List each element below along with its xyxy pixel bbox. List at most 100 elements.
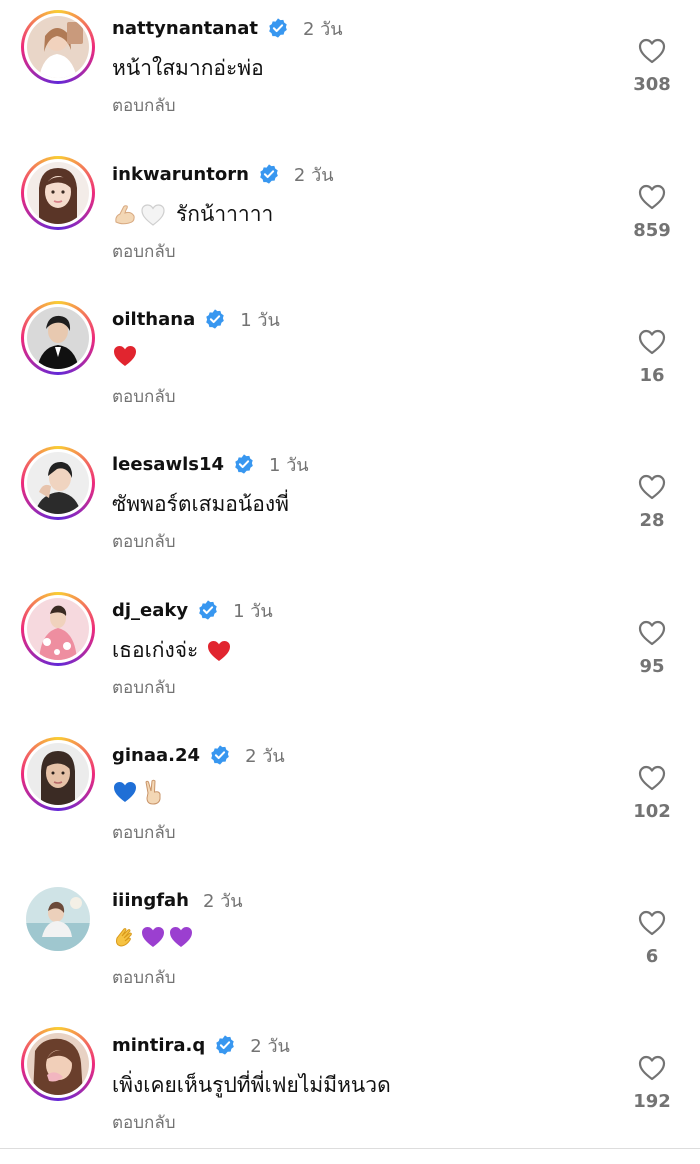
like-heart-icon[interactable] xyxy=(638,620,666,646)
username[interactable]: leesawls14 xyxy=(112,454,224,475)
reply-button[interactable]: ตอบกลับ xyxy=(112,92,176,119)
comment-text: ซัพพอร์ตเสมอน้องพี่ xyxy=(112,488,289,521)
comment-item: ginaa.24 2 วัน ตอบกลับ 102 xyxy=(0,729,700,874)
story-ring[interactable] xyxy=(21,737,95,811)
avatar[interactable] xyxy=(27,1033,89,1095)
story-ring[interactable] xyxy=(21,446,95,520)
story-ring[interactable] xyxy=(21,301,95,375)
comments-list: nattynantanat 2 วัน หน้าใสมากอ่ะพ่อ ตอบก… xyxy=(0,0,700,1152)
verified-badge-icon xyxy=(267,17,289,39)
reply-button[interactable]: ตอบกลับ xyxy=(112,1109,176,1136)
comment-time: 2 วัน xyxy=(293,164,334,186)
like-count: 95 xyxy=(639,656,665,677)
purple-heart-icon xyxy=(168,924,194,950)
username[interactable]: ginaa.24 xyxy=(112,745,200,766)
like-count: 28 xyxy=(639,510,665,531)
username[interactable]: nattynantanat xyxy=(112,18,258,39)
like-column: 192 xyxy=(615,1055,689,1112)
avatar[interactable] xyxy=(27,307,89,369)
story-ring[interactable] xyxy=(21,592,95,666)
username[interactable]: oilthana xyxy=(112,309,195,330)
blue-heart-icon xyxy=(112,779,138,805)
like-count: 102 xyxy=(633,801,671,822)
reply-button[interactable]: ตอบกลับ xyxy=(112,819,176,846)
comment-time: 1 วัน xyxy=(269,454,309,476)
comment-text-content: เธอเก่งจ่ะ xyxy=(112,638,199,662)
like-count: 6 xyxy=(645,946,659,967)
comment-time: 2 วัน xyxy=(250,1035,290,1057)
username[interactable]: mintira.q xyxy=(112,1035,205,1056)
like-count: 16 xyxy=(639,365,665,386)
verified-badge-icon xyxy=(209,744,231,766)
verified-badge-icon xyxy=(214,1034,236,1056)
story-ring[interactable] xyxy=(21,156,95,230)
like-count: 308 xyxy=(633,74,671,95)
reply-button[interactable]: ตอบกลับ xyxy=(112,674,176,701)
like-column: 16 xyxy=(615,329,689,386)
comment-time: 2 วัน xyxy=(203,890,243,912)
like-heart-icon[interactable] xyxy=(638,765,666,791)
avatar[interactable] xyxy=(26,887,90,951)
comment-item: oilthana 1 วัน ตอบกลับ 16 xyxy=(0,293,700,438)
reply-button[interactable]: ตอบกลับ xyxy=(112,528,176,555)
comment-item: nattynantanat 2 วัน หน้าใสมากอ่ะพ่อ ตอบก… xyxy=(0,2,700,147)
username[interactable]: inkwaruntorn xyxy=(112,164,249,185)
comment-text xyxy=(112,924,196,950)
like-column: 859 xyxy=(615,184,689,241)
comment-item: leesawls14 1 วัน ซัพพอร์ตเสมอน้องพี่ ตอบ… xyxy=(0,438,700,583)
like-heart-icon[interactable] xyxy=(638,184,666,210)
divider xyxy=(0,1148,700,1149)
like-heart-icon[interactable] xyxy=(638,329,666,355)
story-ring[interactable] xyxy=(21,1027,95,1101)
victory-hand-icon xyxy=(140,779,166,805)
verified-badge-icon xyxy=(233,453,255,475)
avatar[interactable] xyxy=(27,16,89,78)
verified-badge-icon xyxy=(204,308,226,330)
comment-item: mintira.q 2 วัน เพิ่งเคยเห็นรูปที่พี่เฟย… xyxy=(0,1019,700,1164)
red-heart-icon xyxy=(112,343,138,369)
comment-text xyxy=(112,779,168,805)
verified-badge-icon xyxy=(258,163,280,185)
comment-text: เธอเก่งจ่ะ xyxy=(112,634,234,667)
red-heart-icon xyxy=(206,638,232,664)
white-heart-icon xyxy=(140,202,166,228)
reply-button[interactable]: ตอบกลับ xyxy=(112,238,176,265)
comment-time: 2 วัน xyxy=(303,18,343,40)
like-heart-icon[interactable] xyxy=(638,910,666,936)
username[interactable]: iiingfah xyxy=(112,890,189,911)
comment-time: 1 วัน xyxy=(240,309,280,331)
comment-text-content: รักน้าาาาา xyxy=(176,202,274,226)
comment-item: inkwaruntorn 2 วัน รักน้าาาาา ตอบกลับ 85… xyxy=(0,148,700,293)
reply-button[interactable]: ตอบกลับ xyxy=(112,964,176,991)
avatar[interactable] xyxy=(27,162,89,224)
like-column: 6 xyxy=(615,910,689,967)
comment-text xyxy=(112,343,140,369)
comment-text: รักน้าาาาา xyxy=(112,198,273,231)
comment-item: dj_eaky 1 วัน เธอเก่งจ่ะ ตอบกลับ 95 xyxy=(0,584,700,729)
verified-badge-icon xyxy=(197,599,219,621)
purple-heart-icon xyxy=(140,924,166,950)
comment-text: หน้าใสมากอ่ะพ่อ xyxy=(112,52,264,85)
comment-text-content: หน้าใสมากอ่ะพ่อ xyxy=(112,56,264,80)
comment-text-content: เพิ่งเคยเห็นรูปที่พี่เฟยไม่มีหนวด xyxy=(112,1073,391,1097)
avatar-wrapper[interactable] xyxy=(21,882,95,956)
reply-button[interactable]: ตอบกลับ xyxy=(112,383,176,410)
like-column: 95 xyxy=(615,620,689,677)
avatar[interactable] xyxy=(27,598,89,660)
like-heart-icon[interactable] xyxy=(638,38,666,64)
avatar[interactable] xyxy=(27,452,89,514)
like-count: 192 xyxy=(633,1091,671,1112)
like-column: 102 xyxy=(615,765,689,822)
like-column: 308 xyxy=(615,38,689,95)
like-column: 28 xyxy=(615,474,689,531)
username[interactable]: dj_eaky xyxy=(112,600,188,621)
like-heart-icon[interactable] xyxy=(638,1055,666,1081)
comment-time: 1 วัน xyxy=(233,600,273,622)
like-count: 859 xyxy=(633,220,671,241)
comment-item: iiingfah 2 วัน ตอบกลับ 6 xyxy=(0,874,700,1019)
avatar[interactable] xyxy=(27,743,89,805)
story-ring[interactable] xyxy=(21,10,95,84)
like-heart-icon[interactable] xyxy=(638,474,666,500)
comment-text: เพิ่งเคยเห็นรูปที่พี่เฟยไม่มีหนวด xyxy=(112,1069,391,1102)
clapping-hands-icon xyxy=(112,924,138,950)
